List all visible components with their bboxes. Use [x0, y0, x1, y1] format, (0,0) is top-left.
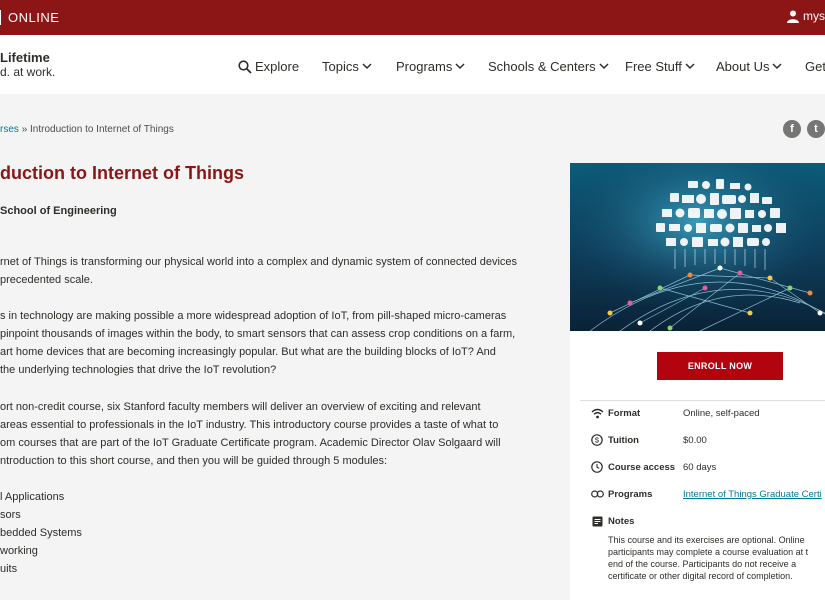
- main-nav: Lifetime d. at work. Explore Topics Prog…: [0, 35, 825, 94]
- nav-schools-label: Schools & Centers: [488, 59, 596, 74]
- chevron-down-icon: [772, 63, 783, 70]
- notes-line: certificate or other digital record of c…: [608, 571, 793, 581]
- programs-link[interactable]: Internet of Things Graduate Certi: [683, 489, 822, 500]
- facebook-icon[interactable]: f: [783, 120, 801, 138]
- chevron-down-icon: [685, 63, 695, 70]
- nav-explore[interactable]: Explore: [238, 59, 299, 74]
- paragraph-line: rnet of Things is transforming our physi…: [0, 256, 518, 268]
- breadcrumb-current: Introduction to Internet of Things: [30, 124, 174, 135]
- course-sidebar: ENROLL NOW Format Online, self-paced $ T…: [570, 163, 825, 600]
- list-item: l Applications: [0, 491, 65, 503]
- top-bar: ONLINE mys: [0, 0, 825, 35]
- detail-format: Format Online, self-paced: [590, 406, 760, 420]
- divider: [580, 400, 825, 401]
- nav-get-label: Get: [805, 59, 825, 74]
- detail-notes: Notes: [590, 514, 683, 528]
- format-label: Format: [608, 407, 641, 419]
- breadcrumb: rses » Introduction to Internet of Thing…: [0, 124, 174, 135]
- notes-line: participants may complete a course evalu…: [608, 547, 809, 557]
- enroll-now-button[interactable]: ENROLL NOW: [657, 352, 783, 380]
- page-title: duction to Internet of Things: [0, 163, 244, 183]
- breadcrumb-separator: »: [21, 124, 28, 135]
- detail-course-access: Course access 60 days: [590, 460, 716, 474]
- site-logo[interactable]: Lifetime d. at work.: [0, 50, 55, 80]
- list-item: uits: [0, 563, 18, 575]
- notes-line: end of the course. Participants do not r…: [608, 559, 797, 569]
- nav-programs[interactable]: Programs: [396, 59, 465, 74]
- notes-label: Notes: [608, 515, 635, 527]
- nav-get[interactable]: Get: [805, 59, 825, 74]
- detail-programs: Programs Internet of Things Graduate Cer…: [590, 487, 822, 501]
- paragraph-line: the underlying technologies that drive t…: [0, 364, 277, 376]
- nav-free-label: Free Stuff: [625, 59, 682, 74]
- user-menu[interactable]: mys: [787, 9, 825, 23]
- chevron-down-icon: [599, 63, 609, 70]
- school-name: School of Engineering: [0, 205, 117, 217]
- course-access-label: Course access: [608, 461, 676, 473]
- programs-label: Programs: [608, 488, 653, 500]
- paragraph-line: art home devices that are becoming incre…: [0, 346, 496, 358]
- iot-illustration: [570, 163, 825, 331]
- list-item: sors: [0, 509, 21, 521]
- user-icon: [787, 10, 799, 23]
- breadcrumb-parent-link[interactable]: rses: [0, 124, 19, 135]
- chevron-down-icon: [455, 63, 465, 70]
- paragraph-line: pinpoint thousands of images within the …: [0, 328, 516, 340]
- logo-line2: d. at work.: [0, 65, 56, 79]
- link-icon: [590, 487, 604, 501]
- tuition-label: Tuition: [608, 434, 639, 446]
- list-item: working: [0, 545, 38, 557]
- paragraph-line: ntroduction to this short course, and th…: [0, 455, 388, 467]
- svg-text:$: $: [595, 436, 600, 445]
- intro-paragraph-1: rnet of Things is transforming our physi…: [0, 253, 530, 289]
- paragraph-line: areas essential to professionals in the …: [0, 419, 499, 431]
- logo-line1: Lifetime: [0, 50, 50, 65]
- twitter-icon[interactable]: t: [807, 120, 825, 138]
- note-icon: [590, 514, 604, 528]
- tuition-value: $0.00: [683, 434, 707, 446]
- nav-about-label: About Us: [716, 59, 770, 74]
- brand-label[interactable]: ONLINE: [0, 10, 59, 25]
- format-value: Online, self-paced: [683, 407, 760, 419]
- notes-text: This course and its exercises are option…: [608, 534, 825, 582]
- nav-about[interactable]: About Us: [716, 59, 783, 74]
- intro-paragraph-2: s in technology are making possible a mo…: [0, 307, 530, 379]
- intro-paragraph-3: ort non-credit course, six Stanford facu…: [0, 398, 530, 470]
- list-item: bedded Systems: [0, 527, 82, 539]
- wifi-icon: [590, 406, 604, 420]
- search-icon: [238, 59, 252, 74]
- nav-free-stuff[interactable]: Free Stuff: [625, 59, 695, 74]
- paragraph-line: om courses that are part of the IoT Grad…: [0, 437, 501, 449]
- paragraph-line: ort non-credit course, six Stanford facu…: [0, 401, 481, 413]
- module-list: l Applications sors bedded Systems worki…: [0, 488, 530, 578]
- nav-explore-label: Explore: [255, 59, 300, 74]
- user-name: mys: [803, 9, 825, 23]
- nav-topics[interactable]: Topics: [322, 59, 372, 74]
- social-share: f t: [783, 120, 825, 138]
- paragraph-line: precedented scale.: [0, 274, 93, 286]
- chevron-down-icon: [362, 63, 372, 70]
- dollar-icon: $: [590, 433, 604, 447]
- clock-icon: [590, 460, 604, 474]
- course-hero-image: [570, 163, 825, 331]
- nav-schools[interactable]: Schools & Centers: [488, 59, 609, 74]
- notes-line: This course and its exercises are option…: [608, 535, 805, 545]
- course-access-value: 60 days: [683, 461, 717, 473]
- nav-topics-label: Topics: [322, 59, 359, 74]
- nav-programs-label: Programs: [396, 59, 453, 74]
- detail-tuition: $ Tuition $0.00: [590, 433, 707, 447]
- paragraph-line: s in technology are making possible a mo…: [0, 310, 507, 322]
